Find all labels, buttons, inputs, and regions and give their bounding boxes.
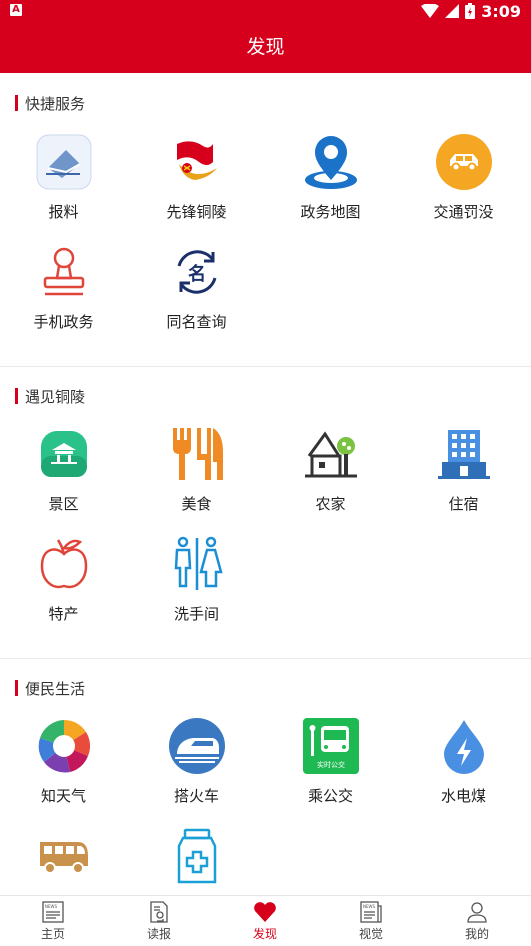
svg-text:NEWS: NEWS bbox=[45, 904, 57, 909]
tile-weather[interactable]: 知天气 bbox=[0, 718, 130, 828]
tile-mobile-gov[interactable]: 手机政务 bbox=[0, 244, 130, 354]
name-search-icon: 名 bbox=[169, 244, 225, 300]
tile-label: 先锋铜陵 bbox=[166, 203, 227, 221]
section-meet-tongling: 遇见铜陵 景区 美食 农家 住宿 特产 洗手间 bbox=[0, 366, 531, 658]
hotel-icon bbox=[436, 426, 492, 482]
bus-badge: 实时公交 bbox=[317, 760, 345, 769]
section-title: 遇见铜陵 bbox=[25, 387, 86, 406]
news-icon: NEWS bbox=[41, 900, 65, 924]
nav-read-paper[interactable]: 读报 bbox=[106, 896, 212, 946]
nav-home[interactable]: NEWS 主页 bbox=[0, 896, 106, 946]
tile-label: 美食 bbox=[181, 495, 212, 513]
tile-label: 乘公交 bbox=[307, 787, 353, 805]
status-indicators: 3:09 bbox=[421, 1, 521, 21]
tile-scenic[interactable]: 景区 bbox=[0, 426, 130, 536]
tile-specialty[interactable]: 特产 bbox=[0, 536, 130, 646]
heart-icon bbox=[253, 900, 277, 924]
tile-medicine[interactable] bbox=[130, 828, 263, 895]
train-icon bbox=[168, 718, 225, 774]
medicine-icon bbox=[169, 828, 225, 884]
nav-discover[interactable]: 发现 bbox=[212, 896, 318, 946]
tile-coach[interactable] bbox=[0, 828, 130, 895]
weather-icon bbox=[36, 718, 92, 774]
tile-train[interactable]: 搭火车 bbox=[130, 718, 263, 828]
tile-farmhouse[interactable]: 农家 bbox=[264, 426, 397, 536]
app-notification-icon: A bbox=[10, 4, 22, 16]
tile-label: 水电煤 bbox=[440, 787, 486, 805]
news-video-icon: NEWS bbox=[359, 900, 383, 924]
section-marker bbox=[15, 95, 18, 111]
apple-icon bbox=[36, 536, 92, 592]
nav-visual[interactable]: NEWS 视觉 bbox=[318, 896, 424, 946]
map-pin-icon bbox=[303, 134, 359, 190]
stamp-icon bbox=[36, 244, 92, 300]
bus-stop-icon: 实时公交 bbox=[302, 718, 359, 774]
status-time: 3:09 bbox=[481, 1, 521, 21]
newspaper-read-icon bbox=[147, 900, 171, 924]
scenic-icon bbox=[36, 426, 92, 482]
tile-bus[interactable]: 实时公交 乘公交 bbox=[264, 718, 397, 828]
status-bar: A 3:09 bbox=[0, 0, 531, 22]
page-title: 发现 bbox=[0, 22, 531, 73]
tile-hotel[interactable]: 住宿 bbox=[397, 426, 530, 536]
tile-label: 知天气 bbox=[40, 787, 86, 805]
bottom-nav: NEWS 主页 读报 发现 NEWS 视觉 我的 bbox=[0, 895, 531, 946]
tile-label: 同名查询 bbox=[166, 313, 227, 331]
wifi-icon bbox=[421, 4, 440, 18]
tile-gov-map[interactable]: 政务地图 bbox=[264, 134, 397, 244]
tile-name-search[interactable]: 名 同名查询 bbox=[130, 244, 263, 354]
section-title: 便民生活 bbox=[25, 679, 86, 698]
section-quick-services: 快捷服务 报料 先锋铜陵 政务地图 交通罚没 手机政务 名 同名查询 bbox=[0, 73, 531, 366]
nav-label: 发现 bbox=[252, 927, 277, 941]
nav-label: 主页 bbox=[40, 927, 65, 941]
nav-label: 视觉 bbox=[358, 927, 383, 941]
tile-label: 政务地图 bbox=[300, 203, 361, 221]
section-header: 快捷服务 bbox=[15, 94, 86, 113]
section-header: 便民生活 bbox=[15, 679, 86, 698]
tile-report[interactable]: 报料 bbox=[0, 134, 130, 244]
tile-label: 交通罚没 bbox=[433, 203, 494, 221]
nav-label: 读报 bbox=[146, 927, 171, 941]
envelope-icon bbox=[36, 134, 92, 190]
nav-mine[interactable]: 我的 bbox=[424, 896, 530, 946]
tile-label: 报料 bbox=[48, 203, 79, 221]
restroom-icon bbox=[169, 536, 225, 592]
signal-icon bbox=[445, 4, 460, 18]
user-icon bbox=[465, 900, 489, 924]
tile-traffic-fine[interactable]: 交通罚没 bbox=[397, 134, 530, 244]
svg-text:NEWS: NEWS bbox=[363, 904, 375, 909]
section-title: 快捷服务 bbox=[25, 94, 86, 113]
tile-pioneer[interactable]: 先锋铜陵 bbox=[130, 134, 263, 244]
section-convenience: 便民生活 知天气 搭火车 实时公交 乘公交 水电煤 bbox=[0, 658, 531, 895]
bus-icon bbox=[36, 828, 92, 884]
tile-label: 特产 bbox=[48, 605, 79, 623]
water-drop-icon bbox=[436, 718, 492, 774]
farmhouse-icon bbox=[303, 426, 359, 482]
nav-label: 我的 bbox=[464, 927, 489, 941]
party-flag-icon bbox=[169, 134, 225, 190]
tile-food[interactable]: 美食 bbox=[130, 426, 263, 536]
section-marker bbox=[15, 680, 18, 696]
tile-label: 农家 bbox=[315, 495, 346, 513]
tile-label: 搭火车 bbox=[173, 787, 219, 805]
tile-restroom[interactable]: 洗手间 bbox=[130, 536, 263, 646]
tile-label: 手机政务 bbox=[33, 313, 94, 331]
food-icon bbox=[169, 426, 225, 482]
car-icon bbox=[435, 134, 492, 190]
section-marker bbox=[15, 388, 18, 404]
tile-utilities[interactable]: 水电煤 bbox=[397, 718, 530, 828]
svg-text:名: 名 bbox=[188, 263, 206, 285]
tile-label: 洗手间 bbox=[173, 605, 219, 623]
section-header: 遇见铜陵 bbox=[15, 387, 86, 406]
tile-label: 住宿 bbox=[448, 495, 479, 513]
battery-icon bbox=[465, 3, 476, 19]
tile-label: 景区 bbox=[48, 495, 79, 513]
